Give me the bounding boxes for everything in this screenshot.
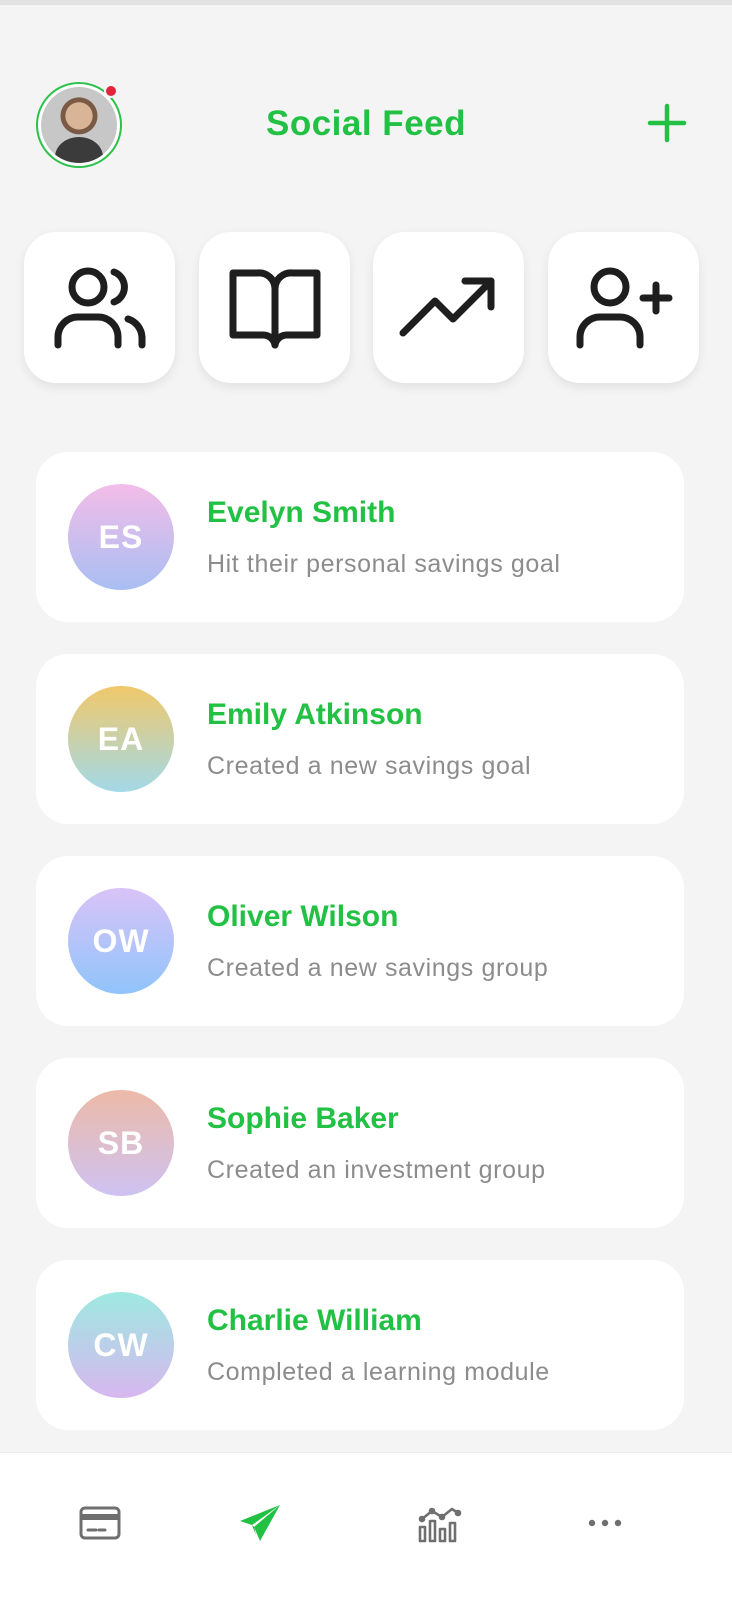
feed-item[interactable]: EA Emily Atkinson Created a new savings … — [36, 654, 684, 824]
feed-item-name: Oliver Wilson — [207, 900, 399, 933]
initials-avatar: SB — [68, 1090, 174, 1196]
user-plus-icon — [576, 267, 672, 348]
learn-button[interactable] — [199, 232, 350, 383]
page-title: Social Feed — [265, 104, 467, 143]
initials-avatar: CW — [68, 1292, 174, 1398]
nav-analytics[interactable] — [410, 1493, 470, 1553]
feed-item-name: Emily Atkinson — [207, 698, 423, 731]
trending-up-icon — [399, 277, 494, 336]
add-button[interactable] — [644, 100, 690, 146]
initials-avatar: EA — [68, 686, 174, 792]
feed-item-activity: Created an investment group — [207, 1156, 546, 1184]
feed-item-name: Sophie Baker — [207, 1102, 399, 1135]
nav-cards[interactable] — [70, 1493, 130, 1553]
initials-avatar: OW — [68, 888, 174, 994]
status-bar-line — [0, 0, 732, 5]
feed-item-activity: Created a new savings goal — [207, 752, 532, 780]
growth-button[interactable] — [373, 232, 524, 383]
card-icon — [79, 1506, 121, 1540]
header: Social Feed — [0, 78, 732, 170]
feed-item[interactable]: SB Sophie Baker Created an investment gr… — [36, 1058, 684, 1228]
users-icon — [54, 267, 145, 348]
feed-item-name: Evelyn Smith — [207, 496, 396, 529]
feed-item[interactable]: OW Oliver Wilson Created a new savings g… — [36, 856, 684, 1026]
friends-button[interactable] — [24, 232, 175, 383]
bottom-navigation — [0, 1452, 732, 1612]
plus-icon — [647, 103, 687, 143]
book-icon — [229, 268, 320, 348]
feed-item-activity: Created a new savings group — [207, 954, 549, 982]
initials-avatar: ES — [68, 484, 174, 590]
feed-item[interactable]: ES Evelyn Smith Hit their personal savin… — [36, 452, 684, 622]
nav-more[interactable] — [575, 1493, 635, 1553]
more-icon — [588, 1519, 622, 1527]
feed-item-name: Charlie William — [207, 1304, 422, 1337]
send-icon — [240, 1505, 280, 1541]
chart-icon — [418, 1507, 462, 1543]
notification-dot — [104, 84, 118, 98]
add-friend-button[interactable] — [548, 232, 699, 383]
feed-item-activity: Hit their personal savings goal — [207, 550, 561, 578]
feed-item[interactable]: CW Charlie William Completed a learning … — [36, 1260, 684, 1430]
quick-actions — [24, 232, 700, 384]
nav-feed[interactable] — [230, 1493, 290, 1553]
feed-item-activity: Completed a learning module — [207, 1358, 550, 1386]
